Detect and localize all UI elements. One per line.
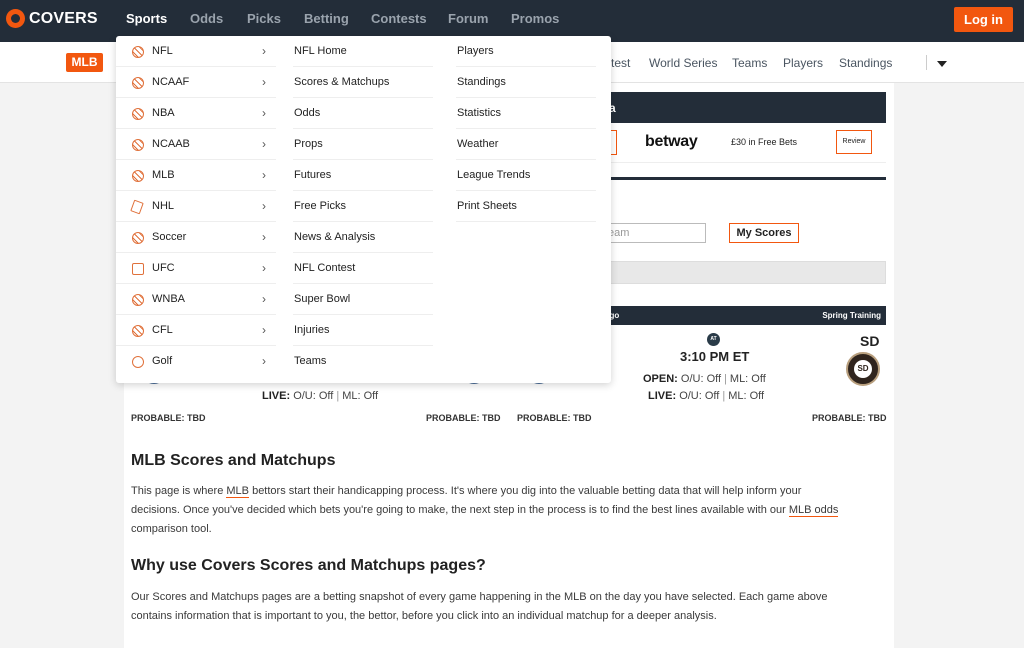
chevron-right-icon: › [262, 168, 266, 182]
chevron-right-icon: › [262, 354, 266, 368]
promo-header: a [599, 92, 886, 123]
basketball-icon [132, 108, 144, 120]
menu-sport-nhl[interactable]: NHL › [116, 191, 276, 222]
golf-ball-icon [132, 356, 144, 368]
menu-link-props[interactable]: Props [293, 129, 433, 160]
chevron-right-icon: › [262, 323, 266, 337]
nav-forum[interactable]: Forum [448, 11, 488, 26]
subnav-link-standings[interactable]: Standings [839, 56, 892, 70]
menu-link-odds[interactable]: Odds [293, 98, 433, 129]
sportsbook-promo-row: betway £30 in Free Bets Review [599, 123, 886, 163]
menu-link-standings[interactable]: Standings [456, 67, 596, 98]
live-odds: LIVE: O/U: Off | ML: Off [648, 390, 765, 402]
menu-sport-ncaab[interactable]: NCAAB › [116, 129, 276, 160]
sport-selector[interactable]: MLB [66, 53, 103, 72]
chevron-right-icon: › [262, 199, 266, 213]
chevron-right-icon: › [262, 44, 266, 58]
menu-link-news-analysis[interactable]: News & Analysis [293, 222, 433, 253]
at-badge: AT [707, 333, 720, 346]
betway-logo[interactable]: betway [645, 133, 698, 151]
chevron-right-icon: › [262, 261, 266, 275]
login-button[interactable]: Log in [954, 7, 1013, 32]
brand-name: COVERS [29, 9, 98, 27]
home-team-abbr[interactable]: SD [860, 333, 879, 349]
my-scores-button[interactable]: My Scores [729, 223, 799, 243]
probable-pitcher: PROBABLE: TBD [426, 413, 501, 423]
article-paragraph: This page is where MLB bettors start the… [131, 485, 839, 535]
chevron-down-icon[interactable] [937, 61, 947, 67]
nav-betting[interactable]: Betting [304, 11, 349, 26]
menu-link-futures[interactable]: Futures [293, 160, 433, 191]
menu-link-super-bowl[interactable]: Super Bowl [293, 284, 433, 315]
subnav-divider [926, 55, 927, 70]
chevron-right-icon: › [262, 75, 266, 89]
chevron-right-icon: › [262, 292, 266, 306]
ufc-icon [132, 263, 144, 275]
probable-pitcher: PROBABLE: TBD [812, 413, 887, 423]
chevron-right-icon: › [262, 230, 266, 244]
nav-contests[interactable]: Contests [371, 11, 427, 26]
review-button[interactable]: Review [836, 130, 872, 154]
menu-link-weather[interactable]: Weather [456, 129, 596, 160]
game-time[interactable]: 3:10 PM ET [680, 349, 749, 364]
nav-promos[interactable]: Promos [511, 11, 559, 26]
probable-pitcher: PROBABLE: TBD [131, 413, 206, 423]
game-card-header: ego Spring Training [599, 306, 886, 325]
covers-logo[interactable]: COVERS [6, 9, 98, 28]
menu-sport-wnba[interactable]: WNBA › [116, 284, 276, 315]
padres-logo-icon[interactable]: SD [846, 352, 880, 386]
menu-link-nfl-home[interactable]: NFL Home [293, 36, 433, 67]
divider [599, 177, 886, 180]
menu-link-injuries[interactable]: Injuries [293, 315, 433, 346]
nav-sports[interactable]: Sports [126, 11, 167, 26]
subnav-link-test[interactable]: test [611, 56, 630, 70]
hockey-stick-icon [130, 199, 144, 215]
probable-pitcher: PROBABLE: TBD [517, 413, 592, 423]
menu-sport-nba[interactable]: NBA › [116, 98, 276, 129]
baseball-icon [132, 170, 144, 182]
date-bar[interactable] [599, 261, 886, 284]
open-odds: OPEN: O/U: Off | ML: Off [643, 373, 766, 385]
football-icon [132, 46, 144, 58]
promo-offer: £30 in Free Bets [731, 137, 798, 147]
mlb-odds-link[interactable]: MLB odds [788, 504, 839, 517]
subnav-link-players[interactable]: Players [783, 56, 823, 70]
menu-link-scores-matchups[interactable]: Scores & Matchups [293, 67, 433, 98]
covers-logo-icon [6, 9, 25, 28]
mlb-link[interactable]: MLB [226, 485, 250, 498]
menu-link-statistics[interactable]: Statistics [456, 98, 596, 129]
nav-odds[interactable]: Odds [190, 11, 223, 26]
menu-sport-golf[interactable]: Golf › [116, 346, 276, 377]
article-heading: MLB Scores and Matchups [131, 452, 336, 469]
basketball-icon [132, 294, 144, 306]
article-subheading: Why use Covers Scores and Matchups pages… [131, 557, 486, 574]
chevron-right-icon: › [262, 137, 266, 151]
nav-picks[interactable]: Picks [247, 11, 281, 26]
sports-dropdown-menu: NFL › NCAAF › NBA › NCAAB › MLB › NHL › Soccer… [116, 36, 611, 383]
menu-link-league-trends[interactable]: League Trends [456, 160, 596, 191]
menu-sport-soccer[interactable]: Soccer › [116, 222, 276, 253]
menu-link-nfl-contest[interactable]: NFL Contest [293, 253, 433, 284]
menu-link-players[interactable]: Players [456, 36, 596, 67]
soccer-ball-icon [132, 232, 144, 244]
subnav-link-teams[interactable]: Teams [732, 56, 767, 70]
menu-link-free-picks[interactable]: Free Picks [293, 191, 433, 222]
subnav-link-world-series[interactable]: World Series [649, 56, 717, 70]
football-icon [132, 77, 144, 89]
game-label: Spring Training [822, 311, 881, 320]
menu-sport-ufc[interactable]: UFC › [116, 253, 276, 284]
chevron-right-icon: › [262, 106, 266, 120]
menu-sport-mlb[interactable]: MLB › [116, 160, 276, 191]
live-odds: LIVE: O/U: Off | ML: Off [262, 390, 379, 402]
team-search-input[interactable]: eam [599, 223, 706, 243]
menu-sport-nfl[interactable]: NFL › [116, 36, 276, 67]
article-paragraph-2: Our Scores and Matchups pages are a bett… [131, 591, 828, 622]
basketball-icon [132, 139, 144, 151]
menu-sport-cfl[interactable]: CFL › [116, 315, 276, 346]
menu-link-teams[interactable]: Teams [293, 346, 433, 377]
football-icon [132, 325, 144, 337]
menu-link-print-sheets[interactable]: Print Sheets [456, 191, 596, 222]
menu-sport-ncaaf[interactable]: NCAAF › [116, 67, 276, 98]
